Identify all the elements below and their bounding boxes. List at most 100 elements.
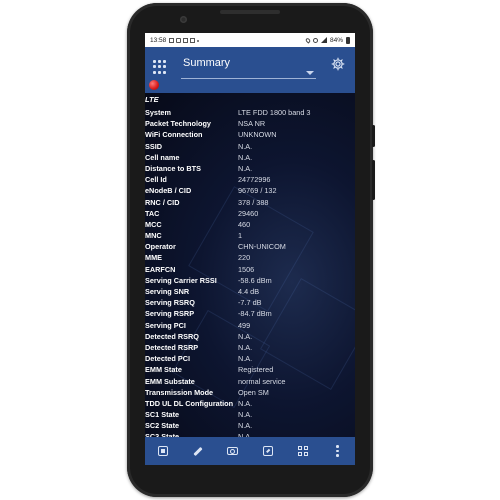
info-row-value: 460 xyxy=(238,219,251,229)
status-bar: 13:58 84% xyxy=(145,33,355,47)
info-row: Detected RSRP N.A. xyxy=(145,342,355,353)
info-row-value: 499 xyxy=(238,320,251,330)
dropdown-label: Summary xyxy=(183,57,231,69)
bottom-toolbar xyxy=(145,437,355,465)
info-row: EARFCN 1506 xyxy=(145,264,355,275)
settings-gear-icon[interactable] xyxy=(331,57,345,71)
info-row-label: Transmission Mode xyxy=(145,387,214,397)
info-row-value: 4.4 dB xyxy=(238,287,260,296)
info-row-label: MCC xyxy=(145,219,162,229)
download-icon xyxy=(183,37,189,43)
apps-menu-icon[interactable] xyxy=(153,60,167,74)
info-row: eNodeB / CID 96769 / 132 xyxy=(145,185,355,196)
dropdown-arrow-icon xyxy=(306,71,314,75)
app-bar: Summary xyxy=(145,47,355,93)
info-row: System LTE FDD 1800 band 3 xyxy=(145,107,355,118)
info-row-label: Packet Technology xyxy=(145,119,211,129)
info-row-label: Operator xyxy=(145,242,176,252)
info-row-value: -58.6 dBm xyxy=(238,275,272,285)
info-row-value: CHN-UNICOM xyxy=(238,242,286,252)
info-row: RNC / CID 378 / 388 xyxy=(145,197,355,208)
location-icon xyxy=(304,36,312,44)
pencil-icon[interactable] xyxy=(191,444,205,458)
info-row: TAC 29460 xyxy=(145,208,355,219)
info-row: TDD UL DL Configuration N.A. xyxy=(145,398,355,409)
image-icon xyxy=(169,37,175,43)
dot-icon xyxy=(197,39,200,42)
stop-icon[interactable] xyxy=(156,444,170,458)
info-row-value: N.A. xyxy=(238,163,253,173)
info-table: System LTE FDD 1800 band 3 Packet Technolo… xyxy=(145,107,355,437)
info-row: Distance to BTS N.A. xyxy=(145,163,355,174)
info-row-value: -84.7 dBm xyxy=(238,309,272,319)
info-row-value: normal service xyxy=(238,376,286,386)
info-row-value: NSA NR xyxy=(238,119,266,129)
info-row: Operator CHN-UNICOM xyxy=(145,241,355,252)
camera-icon[interactable] xyxy=(226,444,240,458)
info-row-value: 378 / 388 xyxy=(238,197,269,207)
info-row: Transmission Mode Open SM xyxy=(145,387,355,398)
record-indicator-icon[interactable] xyxy=(149,80,159,90)
info-row-label: Cell Id xyxy=(145,175,167,185)
info-row-label: Cell name xyxy=(145,152,180,162)
info-row-label: System xyxy=(145,108,171,117)
screen: 13:58 84% Summary LTE System LTE FDD 180… xyxy=(145,33,355,465)
info-row-label: RNC / CID xyxy=(145,197,180,207)
battery-label: 84% xyxy=(329,36,343,44)
info-row-value: 220 xyxy=(238,253,251,263)
info-row-label: eNodeB / CID xyxy=(145,186,192,196)
info-row-label: SC1 State xyxy=(145,410,180,420)
info-row-label: Distance to BTS xyxy=(145,163,201,173)
export-icon[interactable] xyxy=(261,444,275,458)
info-row-label: Serving RSRP xyxy=(145,309,195,319)
info-row-label: MNC xyxy=(145,231,162,241)
info-row-value: Open SM xyxy=(238,387,269,397)
info-row: Cell name N.A. xyxy=(145,152,355,163)
signal-icon xyxy=(320,37,327,43)
info-row-value: N.A. xyxy=(238,410,253,420)
info-row-label: EMM State xyxy=(145,365,182,375)
front-camera xyxy=(180,16,187,23)
info-row-label: Serving Carrier RSSI xyxy=(145,275,217,285)
info-row-label: Serving PCI xyxy=(145,320,186,330)
view-dropdown[interactable]: Summary xyxy=(181,53,316,79)
alarm-icon xyxy=(312,37,318,43)
more-icon[interactable] xyxy=(331,444,345,458)
info-row: WiFi Connection UNKNOWN xyxy=(145,129,355,140)
info-row-label: Serving RSRQ xyxy=(145,298,195,308)
info-row-value: N.A. xyxy=(238,421,253,431)
info-row-label: MME xyxy=(145,253,163,263)
info-row-label: SC2 State xyxy=(145,421,180,431)
info-row-value: N.A. xyxy=(238,354,253,364)
info-row-label: EMM Substate xyxy=(145,376,195,386)
info-row: MME 220 xyxy=(145,252,355,263)
info-row: Packet Technology NSA NR xyxy=(145,118,355,129)
info-row-value: UNKNOWN xyxy=(238,130,277,140)
info-row-value: N.A. xyxy=(238,152,253,162)
status-time: 13:58 xyxy=(150,36,167,44)
info-row: Detected PCI N.A. xyxy=(145,353,355,364)
earpiece-speaker xyxy=(220,10,280,14)
message-icon xyxy=(176,37,182,43)
info-row: Detected RSRQ N.A. xyxy=(145,331,355,342)
info-row-label: TAC xyxy=(145,208,160,218)
info-row-value: 24772996 xyxy=(238,175,271,185)
info-row: Serving RSRQ -7.7 dB xyxy=(145,297,355,308)
notification-icons xyxy=(169,37,200,43)
info-row-value: N.A. xyxy=(238,141,253,151)
volume-button xyxy=(372,160,375,200)
photo-icon xyxy=(190,37,196,43)
info-row-value: 29460 xyxy=(238,208,259,218)
info-row-value: 1506 xyxy=(238,264,255,274)
info-row: Serving Carrier RSSI -58.6 dBm xyxy=(145,275,355,286)
info-row-value: N.A. xyxy=(238,398,253,408)
info-row-value: -7.7 dB xyxy=(238,298,262,308)
info-row: Serving RSRP -84.7 dBm xyxy=(145,308,355,319)
info-row: SC2 State N.A. xyxy=(145,420,355,431)
info-row: Serving SNR 4.4 dB xyxy=(145,286,355,297)
info-row: MNC 1 xyxy=(145,230,355,241)
info-row-value: LTE FDD 1800 band 3 xyxy=(238,108,311,117)
content-area[interactable]: LTE System LTE FDD 1800 band 3 Packet Tech… xyxy=(145,93,355,437)
info-row: SSID N.A. xyxy=(145,141,355,152)
grid-icon[interactable] xyxy=(296,444,310,458)
